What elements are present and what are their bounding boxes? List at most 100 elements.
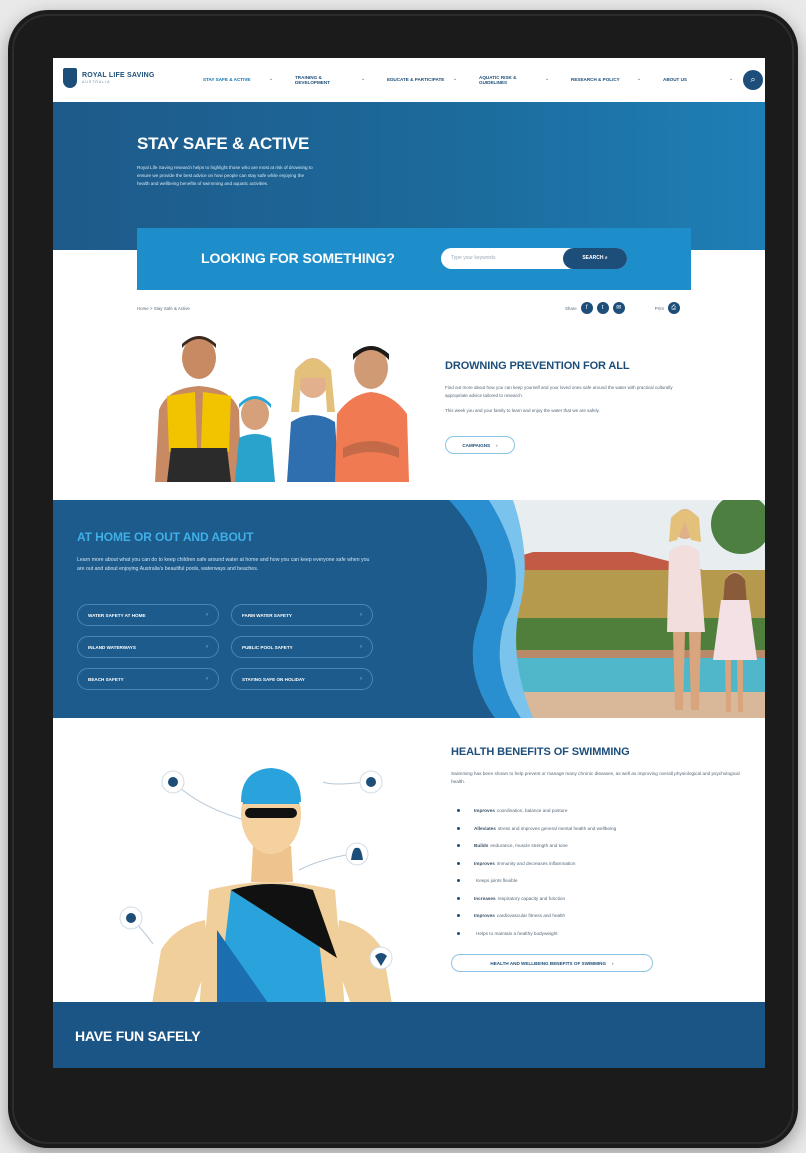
inland-waterways-button[interactable]: INLAND WATERWAYS › xyxy=(77,636,219,658)
list-item: Improves coordination, balance and postur… xyxy=(451,802,616,820)
at-home-title: AT HOME OR OUT AND ABOUT xyxy=(77,530,254,544)
list-item: Improves immunity and decreases inflammat… xyxy=(451,855,616,873)
logo-text: ROYAL LIFE SAVING xyxy=(82,72,155,79)
chevron-down-icon: ⌄ xyxy=(453,76,458,83)
search-button[interactable]: SEARCH ⌕ xyxy=(563,248,627,269)
search-placeholder: Type your keywords xyxy=(451,255,496,261)
shield-logo-icon xyxy=(63,68,77,88)
share-label: Share xyxy=(565,305,577,311)
button-label: PUBLIC POOL SAFETY xyxy=(242,644,293,650)
chevron-right-icon: › xyxy=(206,644,208,650)
item-strong: Improves xyxy=(474,860,495,866)
health-benefits-intro: Swimming has been shown to help prevent … xyxy=(451,771,740,784)
button-label: INLAND WATERWAYS xyxy=(88,644,136,650)
have-fun-title: HAVE FUN SAFELY xyxy=(75,1028,201,1044)
health-button-label: HEALTH AND WELLBEING BENEFITS OF SWIMMIN… xyxy=(490,960,607,966)
site-logo[interactable]: ROYAL LIFE SAVING AUSTRALIA xyxy=(63,68,155,88)
email-icon[interactable]: ✉ xyxy=(612,302,625,314)
hero-description: Royal Life Saving research helps to high… xyxy=(137,165,313,186)
nav-item-research[interactable]: RESEARCH & POLICY ⌄ xyxy=(571,77,663,83)
nav-item-label: TRAINING & DEVELOPMENT xyxy=(295,74,330,86)
decorative-wave xyxy=(409,500,533,718)
nav-item-label: ABOUT US xyxy=(663,77,687,83)
family-photo xyxy=(137,330,415,482)
breadcrumb[interactable]: Home > Stay Safe & Active xyxy=(137,306,190,311)
list-item: Alleviates stress and improves general me… xyxy=(451,820,616,838)
item-text: Keeps joints flexible xyxy=(476,878,518,884)
chevron-down-icon: ⌄ xyxy=(637,76,642,83)
list-item: Builds endurance, muscle strength and ton… xyxy=(451,837,616,855)
page-title: STAY SAFE & ACTIVE xyxy=(137,134,310,153)
chevron-right-icon: › xyxy=(206,676,208,682)
item-text: cardiovascular fitness and health xyxy=(496,913,566,919)
nav-item-about[interactable]: ABOUT US ⌄ xyxy=(663,77,755,83)
button-label: WATER SAFETY AT HOME xyxy=(88,612,146,618)
campaigns-button-label: CAMPAIGNS xyxy=(462,442,491,448)
list-item: Keeps joints flexible xyxy=(451,872,616,890)
public-pool-safety-button[interactable]: PUBLIC POOL SAFETY › xyxy=(231,636,373,658)
chevron-right-icon: › xyxy=(360,612,362,618)
drowning-prevention-title: DROWNING PREVENTION FOR ALL xyxy=(445,360,630,372)
chevron-right-icon: › xyxy=(360,644,362,650)
nav-item-educate[interactable]: EDUCATE & PARTICIPATE ⌄ xyxy=(387,77,479,83)
button-label: FARM WATER SAFETY xyxy=(242,612,292,618)
farm-water-safety-button[interactable]: FARM WATER SAFETY › xyxy=(231,604,373,626)
nav-item-aquatic-risk[interactable]: AQUATIC RISK & GUIDELINES ⌄ xyxy=(479,75,571,86)
search-heading: LOOKING FOR SOMETHING? xyxy=(201,250,395,266)
item-text: immunity and decreases inflammation xyxy=(496,860,576,866)
item-text: coordination, balance and posture xyxy=(496,808,568,814)
print-icon[interactable]: ⎙ xyxy=(667,302,680,314)
chevron-right-icon: › xyxy=(496,442,498,448)
item-strong: Improves xyxy=(474,808,495,814)
chevron-right-icon: › xyxy=(612,960,614,966)
at-home-text: Learn more about what you can do to keep… xyxy=(77,557,370,572)
water-safety-home-button[interactable]: WATER SAFETY AT HOME › xyxy=(77,604,219,626)
chevron-down-icon: ⌄ xyxy=(729,76,734,83)
campaigns-button[interactable]: CAMPAIGNS › xyxy=(445,436,515,454)
item-strong: Improves xyxy=(474,913,495,919)
main-nav: ROYAL LIFE SAVING AUSTRALIA STAY SAFE & … xyxy=(53,58,765,102)
health-benefits-button[interactable]: HEALTH AND WELLBEING BENEFITS OF SWIMMIN… xyxy=(451,954,653,972)
item-text: respiratory capacity and function xyxy=(497,895,566,901)
list-item: Increases respiratory capacity and functi… xyxy=(451,890,616,908)
chevron-right-icon: › xyxy=(206,612,208,618)
chevron-right-icon: › xyxy=(360,676,362,682)
search-icon: ⌕ xyxy=(604,255,608,261)
item-text: Helps to maintain a healthy bodyweight xyxy=(476,930,558,936)
button-label: BEACH SAFETY xyxy=(88,676,124,682)
chevron-down-icon: ⌄ xyxy=(361,76,366,83)
chevron-down-icon: ⌄ xyxy=(269,76,274,83)
beach-safety-button[interactable]: BEACH SAFETY › xyxy=(77,668,219,690)
drowning-prevention-text: Find out more about how you can keep you… xyxy=(445,384,691,423)
logo-subtext: AUSTRALIA xyxy=(82,80,111,84)
nav-item-label: AQUATIC RISK & GUIDELINES xyxy=(479,74,517,86)
nav-item-stay-safe[interactable]: STAY SAFE & ACTIVE ⌄ xyxy=(203,77,295,83)
list-item: Improves cardiovascular fitness and healt… xyxy=(451,907,616,925)
nav-item-label: STAY SAFE & ACTIVE xyxy=(203,77,251,83)
search-button-label: SEARCH xyxy=(582,255,604,261)
facebook-icon[interactable]: f xyxy=(580,302,593,314)
search-icon[interactable]: ⌕ xyxy=(743,70,763,90)
twitter-icon[interactable]: t xyxy=(596,302,609,314)
at-home-section: AT HOME OR OUT AND ABOUT Learn more abou… xyxy=(53,500,765,718)
nav-item-label: EDUCATE & PARTICIPATE xyxy=(387,77,445,83)
drowning-paragraph-2: This week you and your family to learn a… xyxy=(445,408,600,413)
list-item: Helps to maintain a healthy bodyweight xyxy=(451,925,616,943)
item-strong: Increases xyxy=(474,895,496,901)
nav-item-label: RESEARCH & POLICY xyxy=(571,77,620,83)
item-text: stress and improves general mental healt… xyxy=(497,825,617,831)
search-input[interactable]: Type your keywords SEARCH ⌕ xyxy=(441,248,627,269)
search-band: LOOKING FOR SOMETHING? Type your keyword… xyxy=(137,228,691,290)
chevron-down-icon: ⌄ xyxy=(545,76,550,83)
have-fun-section: HAVE FUN SAFELY xyxy=(53,1002,765,1068)
website-screen: ROYAL LIFE SAVING AUSTRALIA STAY SAFE & … xyxy=(53,58,765,1068)
nav-item-training[interactable]: TRAINING & DEVELOPMENT ⌄ xyxy=(295,75,387,86)
staying-safe-holiday-button[interactable]: STAYING SAFE ON HOLIDAY › xyxy=(231,668,373,690)
button-label: STAYING SAFE ON HOLIDAY xyxy=(242,676,305,682)
print-label: Print xyxy=(654,305,664,311)
health-benefits-list: Improves coordination, balance and postur… xyxy=(451,802,616,942)
item-strong: Builds xyxy=(474,843,489,849)
nav-menu: STAY SAFE & ACTIVE ⌄ TRAINING & DEVELOPME… xyxy=(203,58,755,102)
item-text: endurance, muscle strength and tone xyxy=(490,843,568,849)
item-strong: Alleviates xyxy=(474,825,496,831)
